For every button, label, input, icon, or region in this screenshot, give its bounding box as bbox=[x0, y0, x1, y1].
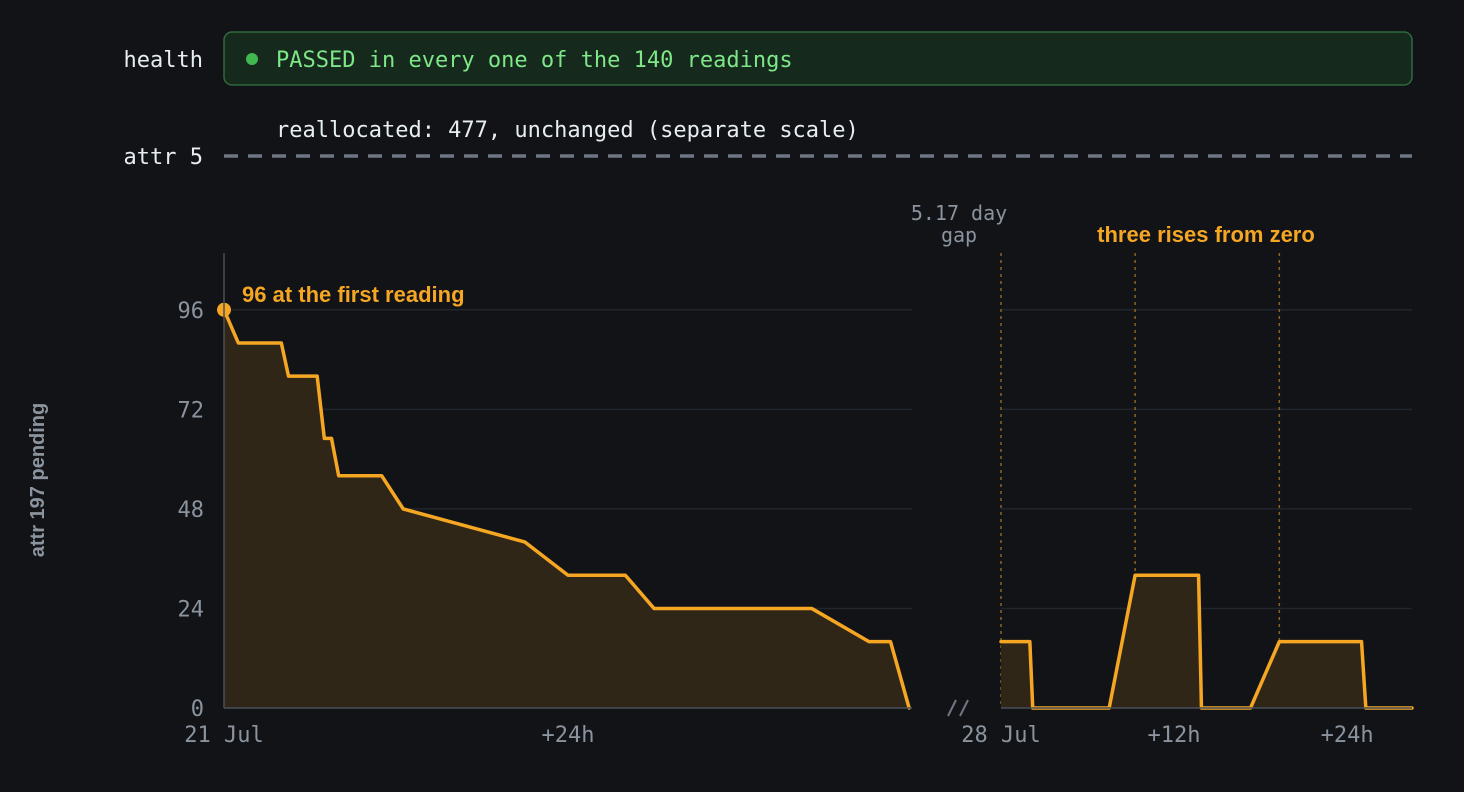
axis-break-icon bbox=[947, 699, 969, 717]
y-tick-label-48: 48 bbox=[178, 498, 205, 523]
chart-root: health PASSED in every one of the 140 re… bbox=[27, 31, 1414, 748]
rises-annotation: three rises from zero bbox=[1097, 222, 1315, 247]
health-status-text: PASSED in every one of the 140 readings bbox=[276, 48, 793, 73]
health-label: health bbox=[124, 48, 203, 73]
y-tick-label-96: 96 bbox=[178, 299, 205, 324]
gap-label-line1: 5.17 day bbox=[911, 201, 1007, 225]
status-dot-icon bbox=[246, 53, 258, 65]
y-tick-label-72: 72 bbox=[178, 398, 205, 423]
y-tick-label-0: 0 bbox=[191, 697, 204, 722]
gap-label-line2: gap bbox=[941, 223, 977, 247]
x-tick-label-panel-2-2: +12h bbox=[1148, 723, 1201, 748]
attr5-note: reallocated: 477, unchanged (separate sc… bbox=[276, 118, 859, 143]
y-axis-label: attr 197 pending bbox=[27, 403, 49, 557]
x-tick-label-panel-1-2: +24h bbox=[542, 723, 595, 748]
attr5-label: attr 5 bbox=[124, 145, 203, 170]
y-tick-label-24: 24 bbox=[178, 597, 205, 622]
first-reading-annotation: 96 at the first reading bbox=[242, 282, 465, 307]
x-tick-label-panel-1-1: 21 Jul bbox=[184, 723, 263, 748]
x-tick-label-panel-2-1: 28 Jul bbox=[961, 723, 1040, 748]
x-tick-label-panel-2-3: +24h bbox=[1321, 723, 1374, 748]
